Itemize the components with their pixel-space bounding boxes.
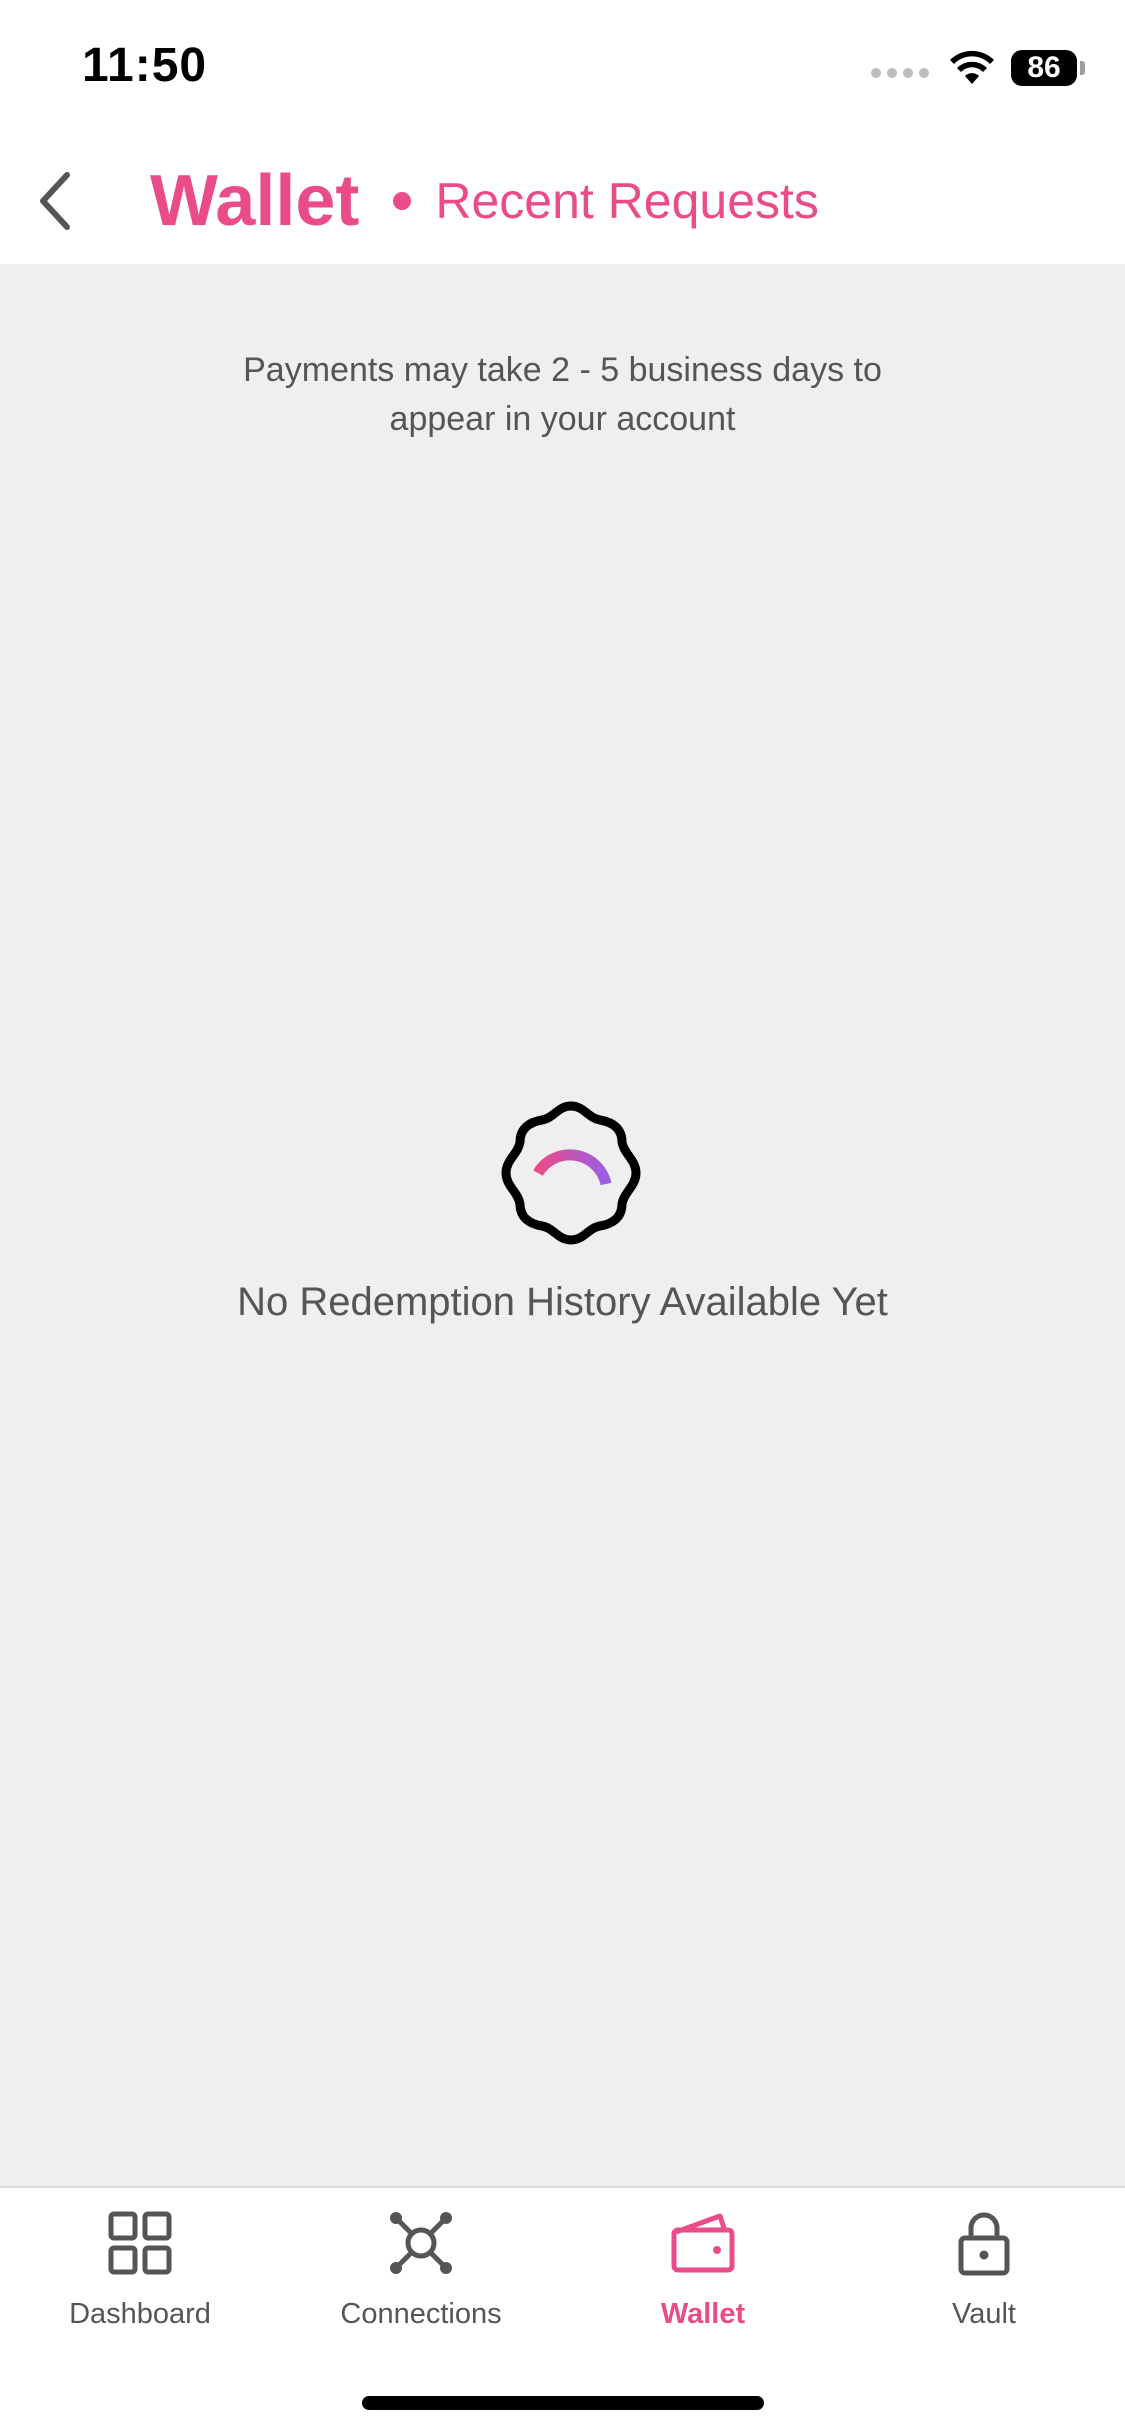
title-main: Wallet xyxy=(150,161,360,241)
notice-line-1: Payments may take 2 - 5 business days to xyxy=(243,351,882,389)
payment-notice: Payments may take 2 - 5 business days to… xyxy=(0,346,1125,444)
nav-label-dashboard: Dashboard xyxy=(69,2298,211,2330)
screen: 11:50 86 Wallet Recent Requests Payments… xyxy=(0,0,1125,2436)
grid-icon xyxy=(105,2208,175,2278)
title-subtitle: Recent Requests xyxy=(435,173,819,229)
lock-icon xyxy=(949,2208,1019,2278)
battery-cap xyxy=(1080,61,1085,75)
badge-loading-icon xyxy=(501,1101,641,1245)
title-separator-dot xyxy=(393,192,412,210)
battery-icon: 86 xyxy=(1011,50,1077,86)
notice-line-2: appear in your account xyxy=(389,400,736,438)
cellular-icon xyxy=(871,68,929,78)
nav-label-connections: Connections xyxy=(340,2298,502,2330)
nav-label-vault: Vault xyxy=(952,2298,1016,2330)
header: Wallet Recent Requests xyxy=(0,140,1125,264)
nav-item-connections[interactable]: Connections xyxy=(321,2208,521,2358)
nav-item-vault[interactable]: Vault xyxy=(884,2208,1084,2358)
nav-item-wallet[interactable]: Wallet xyxy=(603,2208,803,2358)
home-indicator[interactable] xyxy=(362,2396,764,2410)
status-icons: 86 xyxy=(871,46,1085,90)
status-time: 11:50 xyxy=(82,39,208,92)
back-button[interactable] xyxy=(20,166,90,236)
page-title: Wallet Recent Requests xyxy=(150,156,819,246)
connections-icon xyxy=(386,2208,456,2278)
wallet-icon xyxy=(668,2208,738,2278)
chevron-left-icon xyxy=(40,172,70,230)
nav-item-dashboard[interactable]: Dashboard xyxy=(40,2208,240,2358)
wifi-icon xyxy=(950,50,994,84)
battery-level: 86 xyxy=(1027,51,1061,84)
empty-state-message: No Redemption History Available Yet xyxy=(237,1280,888,1324)
nav-label-wallet: Wallet xyxy=(660,2298,746,2330)
status-bar: 11:50 86 xyxy=(0,0,1125,140)
